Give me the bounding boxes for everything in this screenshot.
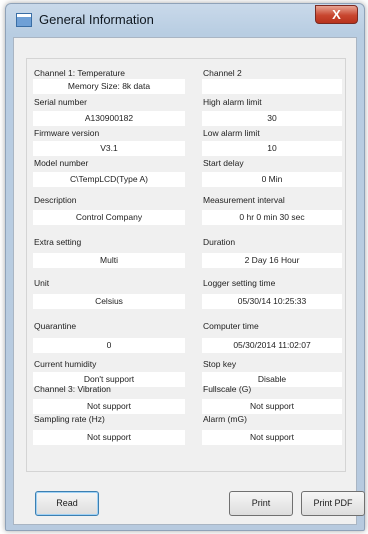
measurement-interval-label: Measurement interval: [203, 195, 285, 205]
description-value: Control Company: [33, 210, 185, 225]
alarm-mg-value: Not support: [202, 430, 342, 445]
high-alarm-limit-value: 30: [202, 111, 342, 126]
model-number-value: C\TempLCD(Type A): [33, 172, 185, 187]
logger-setting-time-label: Logger setting time: [203, 278, 276, 288]
extra-setting-label: Extra setting: [34, 237, 82, 247]
dialog-client-area: Channel 1: Temperature Channel 2 Memory …: [13, 37, 365, 525]
start-delay-value: 0 Min: [202, 172, 342, 187]
duration-value: 2 Day 16 Hour: [202, 253, 342, 268]
alarm-mg-label: Alarm (mG): [203, 414, 247, 424]
quarantine-value: 0: [33, 338, 185, 353]
fullscale-value: Not support: [202, 399, 342, 414]
computer-time-label: Computer time: [203, 321, 259, 331]
sampling-rate-value: Not support: [33, 430, 185, 445]
general-information-window: General Information X Channel 1: Tempera…: [5, 3, 365, 531]
duration-label: Duration: [203, 237, 236, 247]
fullscale-label: Fullscale (G): [203, 384, 252, 394]
current-humidity-label: Current humidity: [34, 359, 97, 369]
channel1-value: Memory Size: 8k data: [33, 79, 185, 94]
stop-key-label: Stop key: [203, 359, 237, 369]
read-button[interactable]: Read: [35, 491, 99, 516]
window-app-icon: [16, 13, 32, 27]
extra-setting-value: Multi: [33, 253, 185, 268]
channel1-label: Channel 1: Temperature: [34, 68, 126, 78]
description-label: Description: [34, 195, 77, 205]
serial-number-value: A130900182: [33, 111, 185, 126]
unit-label: Unit: [34, 278, 50, 288]
computer-time-value: 05/30/2014 11:02:07: [202, 338, 342, 353]
start-delay-label: Start delay: [203, 158, 244, 168]
quarantine-label: Quarantine: [34, 321, 77, 331]
channel2-value: [202, 79, 342, 94]
serial-number-label: Serial number: [34, 97, 87, 107]
low-alarm-limit-value: 10: [202, 141, 342, 156]
firmware-version-value: V3.1: [33, 141, 185, 156]
sampling-rate-label: Sampling rate (Hz): [34, 414, 105, 424]
measurement-interval-value: 0 hr 0 min 30 sec: [202, 210, 342, 225]
unit-value: Celsius: [33, 294, 185, 309]
title-bar[interactable]: General Information X: [6, 4, 364, 36]
close-button[interactable]: X: [315, 5, 358, 24]
model-number-label: Model number: [34, 158, 89, 168]
high-alarm-limit-label: High alarm limit: [203, 97, 262, 107]
logger-setting-time-value: 05/30/14 10:25:33: [202, 294, 342, 309]
channel3-value: Not support: [33, 399, 185, 414]
low-alarm-limit-label: Low alarm limit: [203, 128, 260, 138]
print-pdf-button[interactable]: Print PDF: [301, 491, 365, 516]
firmware-version-label: Firmware version: [34, 128, 100, 138]
channel3-label: Channel 3: Vibration: [34, 384, 111, 394]
info-panel: Channel 1: Temperature Channel 2 Memory …: [26, 58, 346, 472]
close-icon: X: [332, 7, 341, 22]
window-title: General Information: [39, 12, 154, 27]
channel2-label: Channel 2: [203, 68, 242, 78]
print-button[interactable]: Print: [229, 491, 293, 516]
